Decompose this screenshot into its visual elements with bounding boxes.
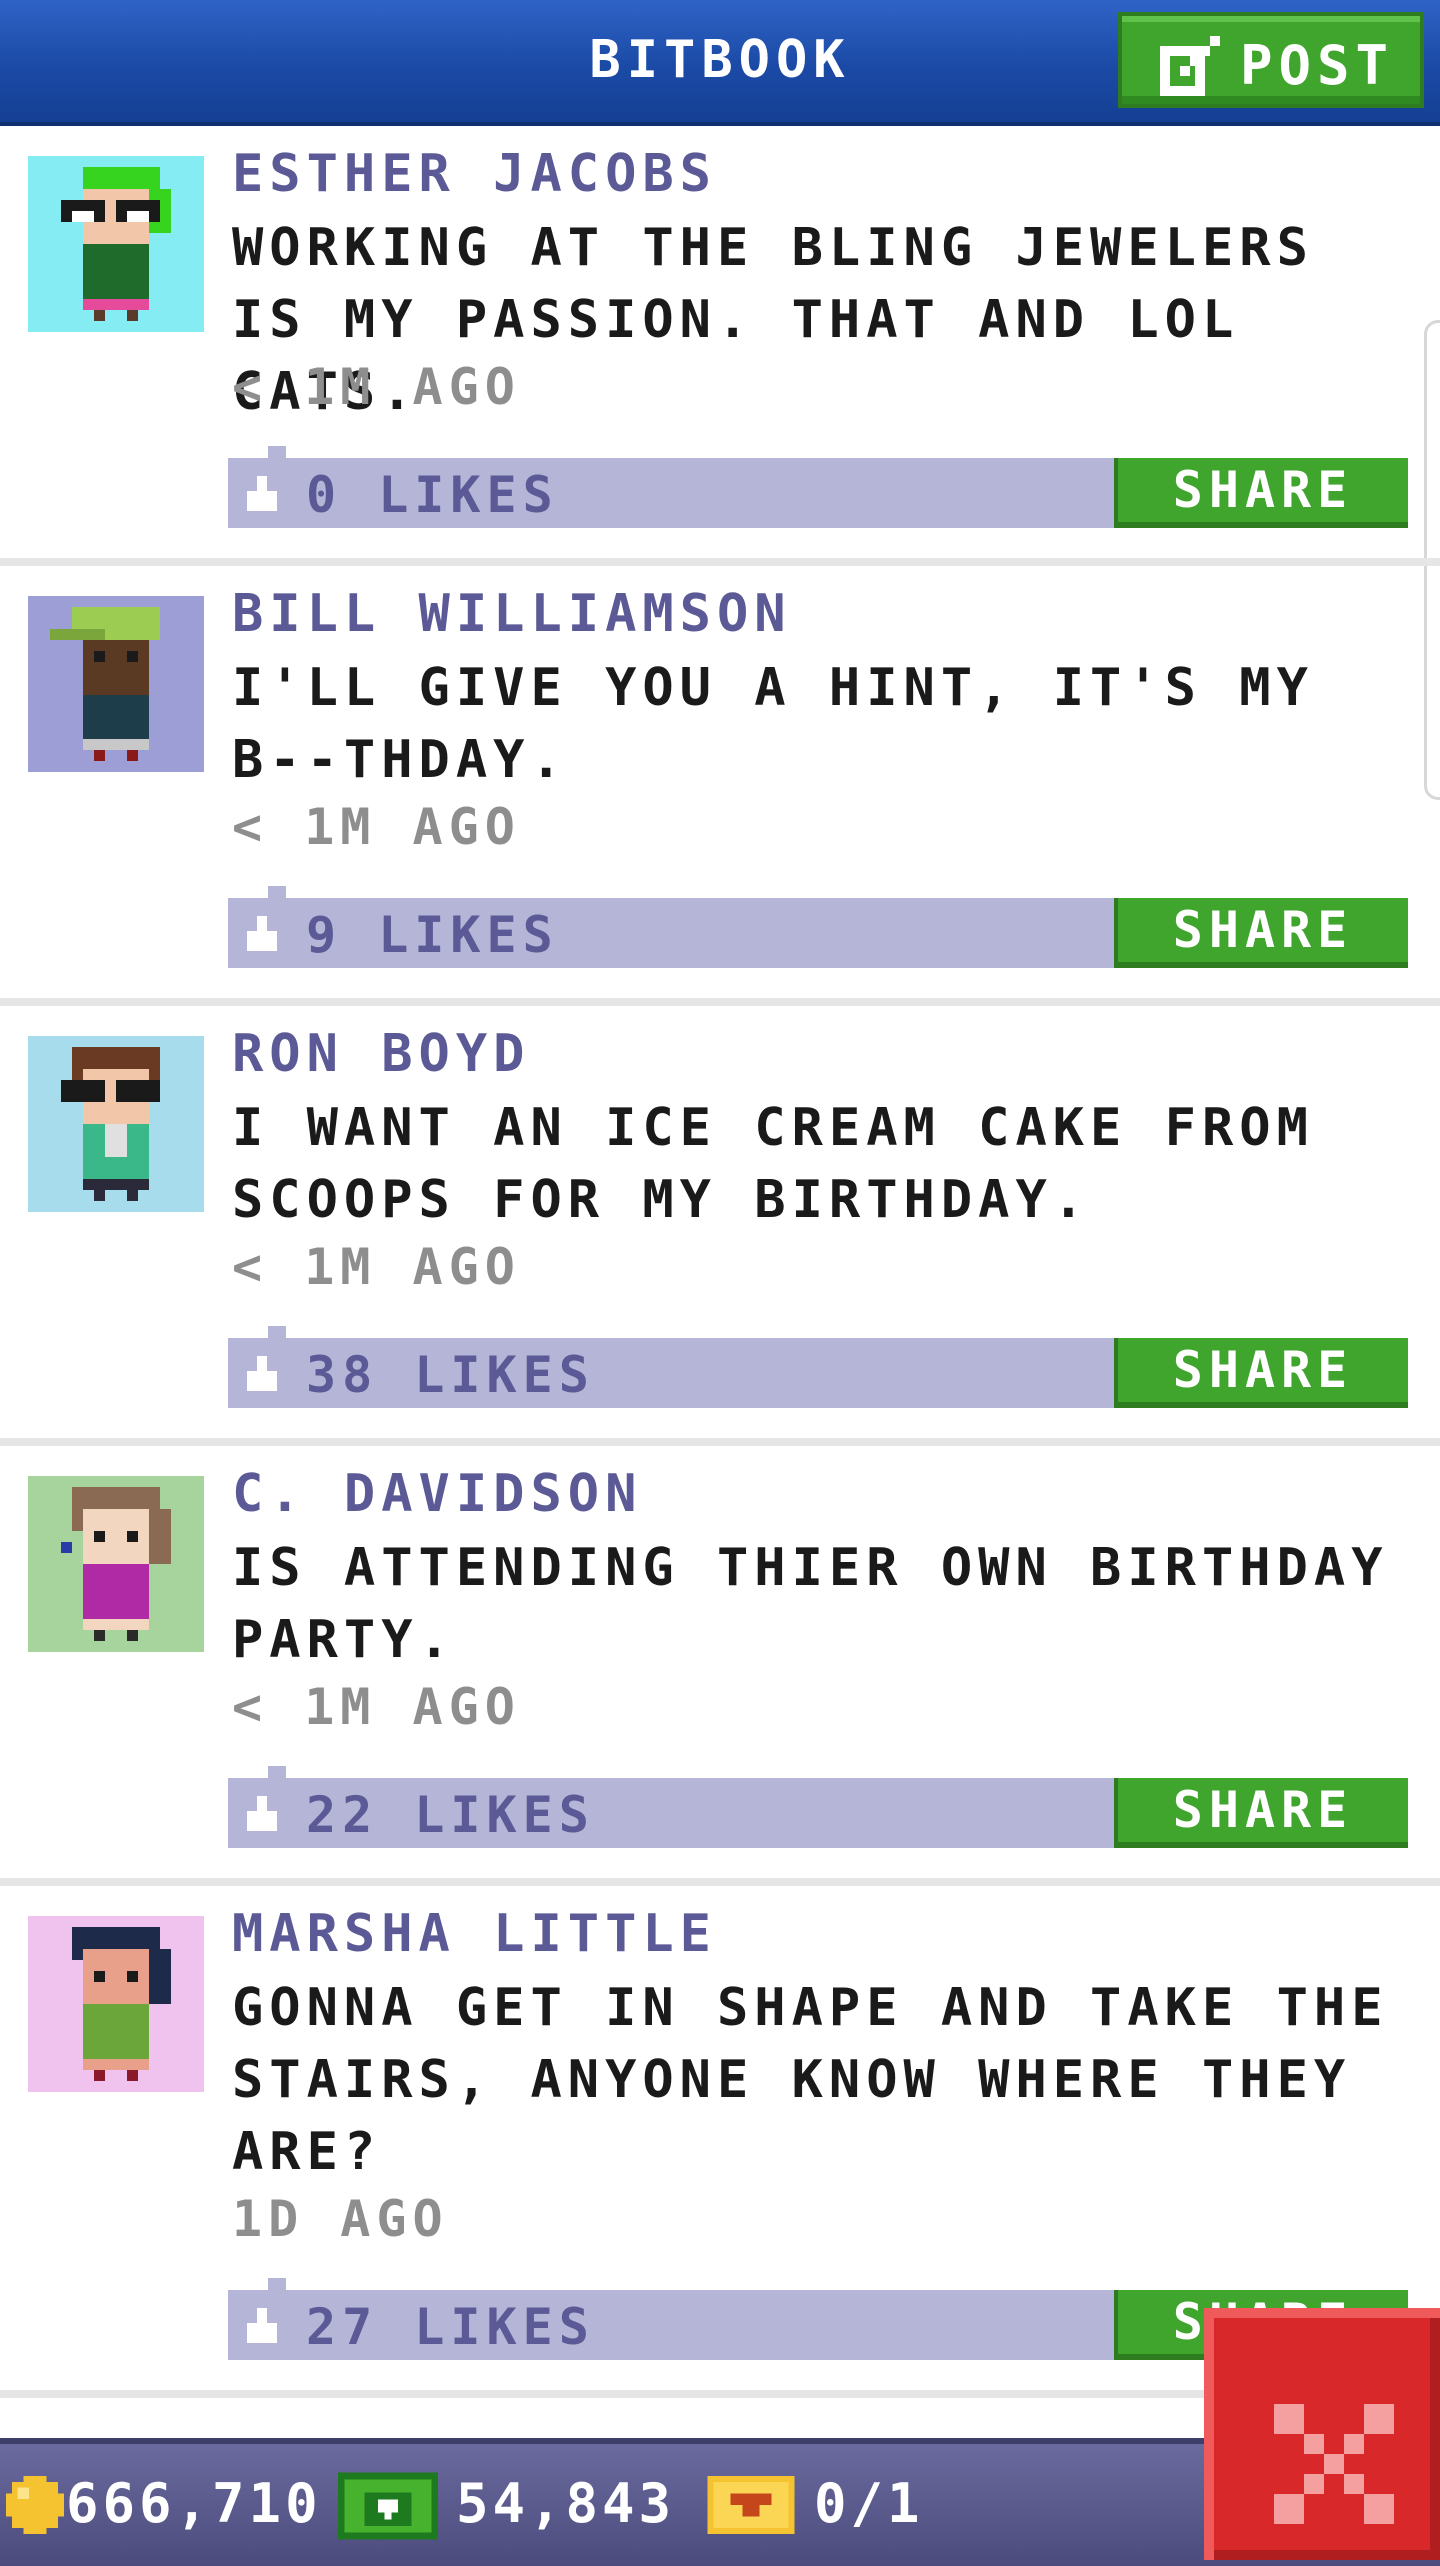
avatar[interactable] [28,1036,204,1212]
thumbs-up-icon [247,2308,277,2343]
avatar-icon [28,1916,204,2092]
avatar[interactable] [28,1916,204,2092]
post-author[interactable]: C. DAVIDSON [232,1464,642,1524]
avatar[interactable] [28,1476,204,1652]
like-count: 38 LIKES [306,1346,595,1404]
compose-icon [1160,36,1220,96]
bux-icon [338,2472,438,2540]
post-time: < 1M AGO [232,1238,521,1296]
post-message: I'LL GIVE YOU A HINT, IT'S MY B--THDAY. [232,658,1314,790]
like-count: 9 LIKES [306,906,559,964]
coins-count: 666,710 [66,2472,322,2535]
post-button-label: POST [1240,34,1395,97]
close-icon [1274,2404,1394,2524]
feed-post: C. DAVIDSON IS ATTENDING THIER OWN BIRTH… [0,1446,1440,1886]
post-message: I WANT AN ICE CREAM CAKE FROM SCOOPS FOR… [232,1098,1314,1230]
post-author[interactable]: RON BOYD [232,1024,530,1084]
bux-count: 54,843 [456,2472,676,2535]
post-time: < 1M AGO [232,358,521,416]
post-button[interactable]: POST [1118,12,1424,108]
feed-list: ESTHER JACOBS WORKING AT THE BLING JEWEL… [0,126,1440,2398]
coin-icon [6,2476,64,2534]
like-count: 27 LIKES [306,2298,595,2356]
like-bar[interactable]: 22 LIKES SHARE [228,1766,1408,1848]
post-message: IS ATTENDING THIER OWN BIRTHDAY PARTY. [232,1538,1389,1670]
thumbs-up-icon [247,1356,277,1391]
tickets-count: 0/1 [814,2472,924,2535]
feed-post: ESTHER JACOBS WORKING AT THE BLING JEWEL… [0,126,1440,566]
post-author[interactable]: BILL WILLIAMSON [232,584,792,644]
thumbs-up-icon [247,916,277,951]
feed-post: BILL WILLIAMSON I'LL GIVE YOU A HINT, IT… [0,566,1440,1006]
share-button[interactable]: SHARE [1114,1778,1408,1848]
post-time: 1D AGO [232,2190,449,2248]
like-bar[interactable]: 0 LIKES SHARE [228,446,1408,528]
share-button[interactable]: SHARE [1114,898,1408,968]
avatar-icon [28,1036,204,1212]
like-count: 0 LIKES [306,466,559,524]
share-button[interactable]: SHARE [1114,458,1408,528]
avatar-icon [28,1476,204,1652]
avatar-icon [28,596,204,772]
thumbs-up-icon [247,476,277,511]
post-author[interactable]: ESTHER JACOBS [232,144,717,204]
thumbs-up-icon [247,1796,277,1831]
avatar[interactable] [28,596,204,772]
close-button[interactable] [1204,2308,1440,2560]
post-author[interactable]: MARSHA LITTLE [232,1904,717,1964]
post-message: GONNA GET IN SHAPE AND TAKE THE STAIRS, … [232,1978,1389,2182]
post-time: < 1M AGO [232,798,521,856]
avatar-icon [28,156,204,332]
share-button[interactable]: SHARE [1114,1338,1408,1408]
top-bar: BITBOOK POST [0,0,1440,126]
feed-post: RON BOYD I WANT AN ICE CREAM CAKE FROM S… [0,1006,1440,1446]
avatar[interactable] [28,156,204,332]
post-time: < 1M AGO [232,1678,521,1736]
vip-ticket-icon [707,2476,795,2534]
like-bar[interactable]: 9 LIKES SHARE [228,886,1408,968]
like-count: 22 LIKES [306,1786,595,1844]
like-bar[interactable]: 38 LIKES SHARE [228,1326,1408,1408]
